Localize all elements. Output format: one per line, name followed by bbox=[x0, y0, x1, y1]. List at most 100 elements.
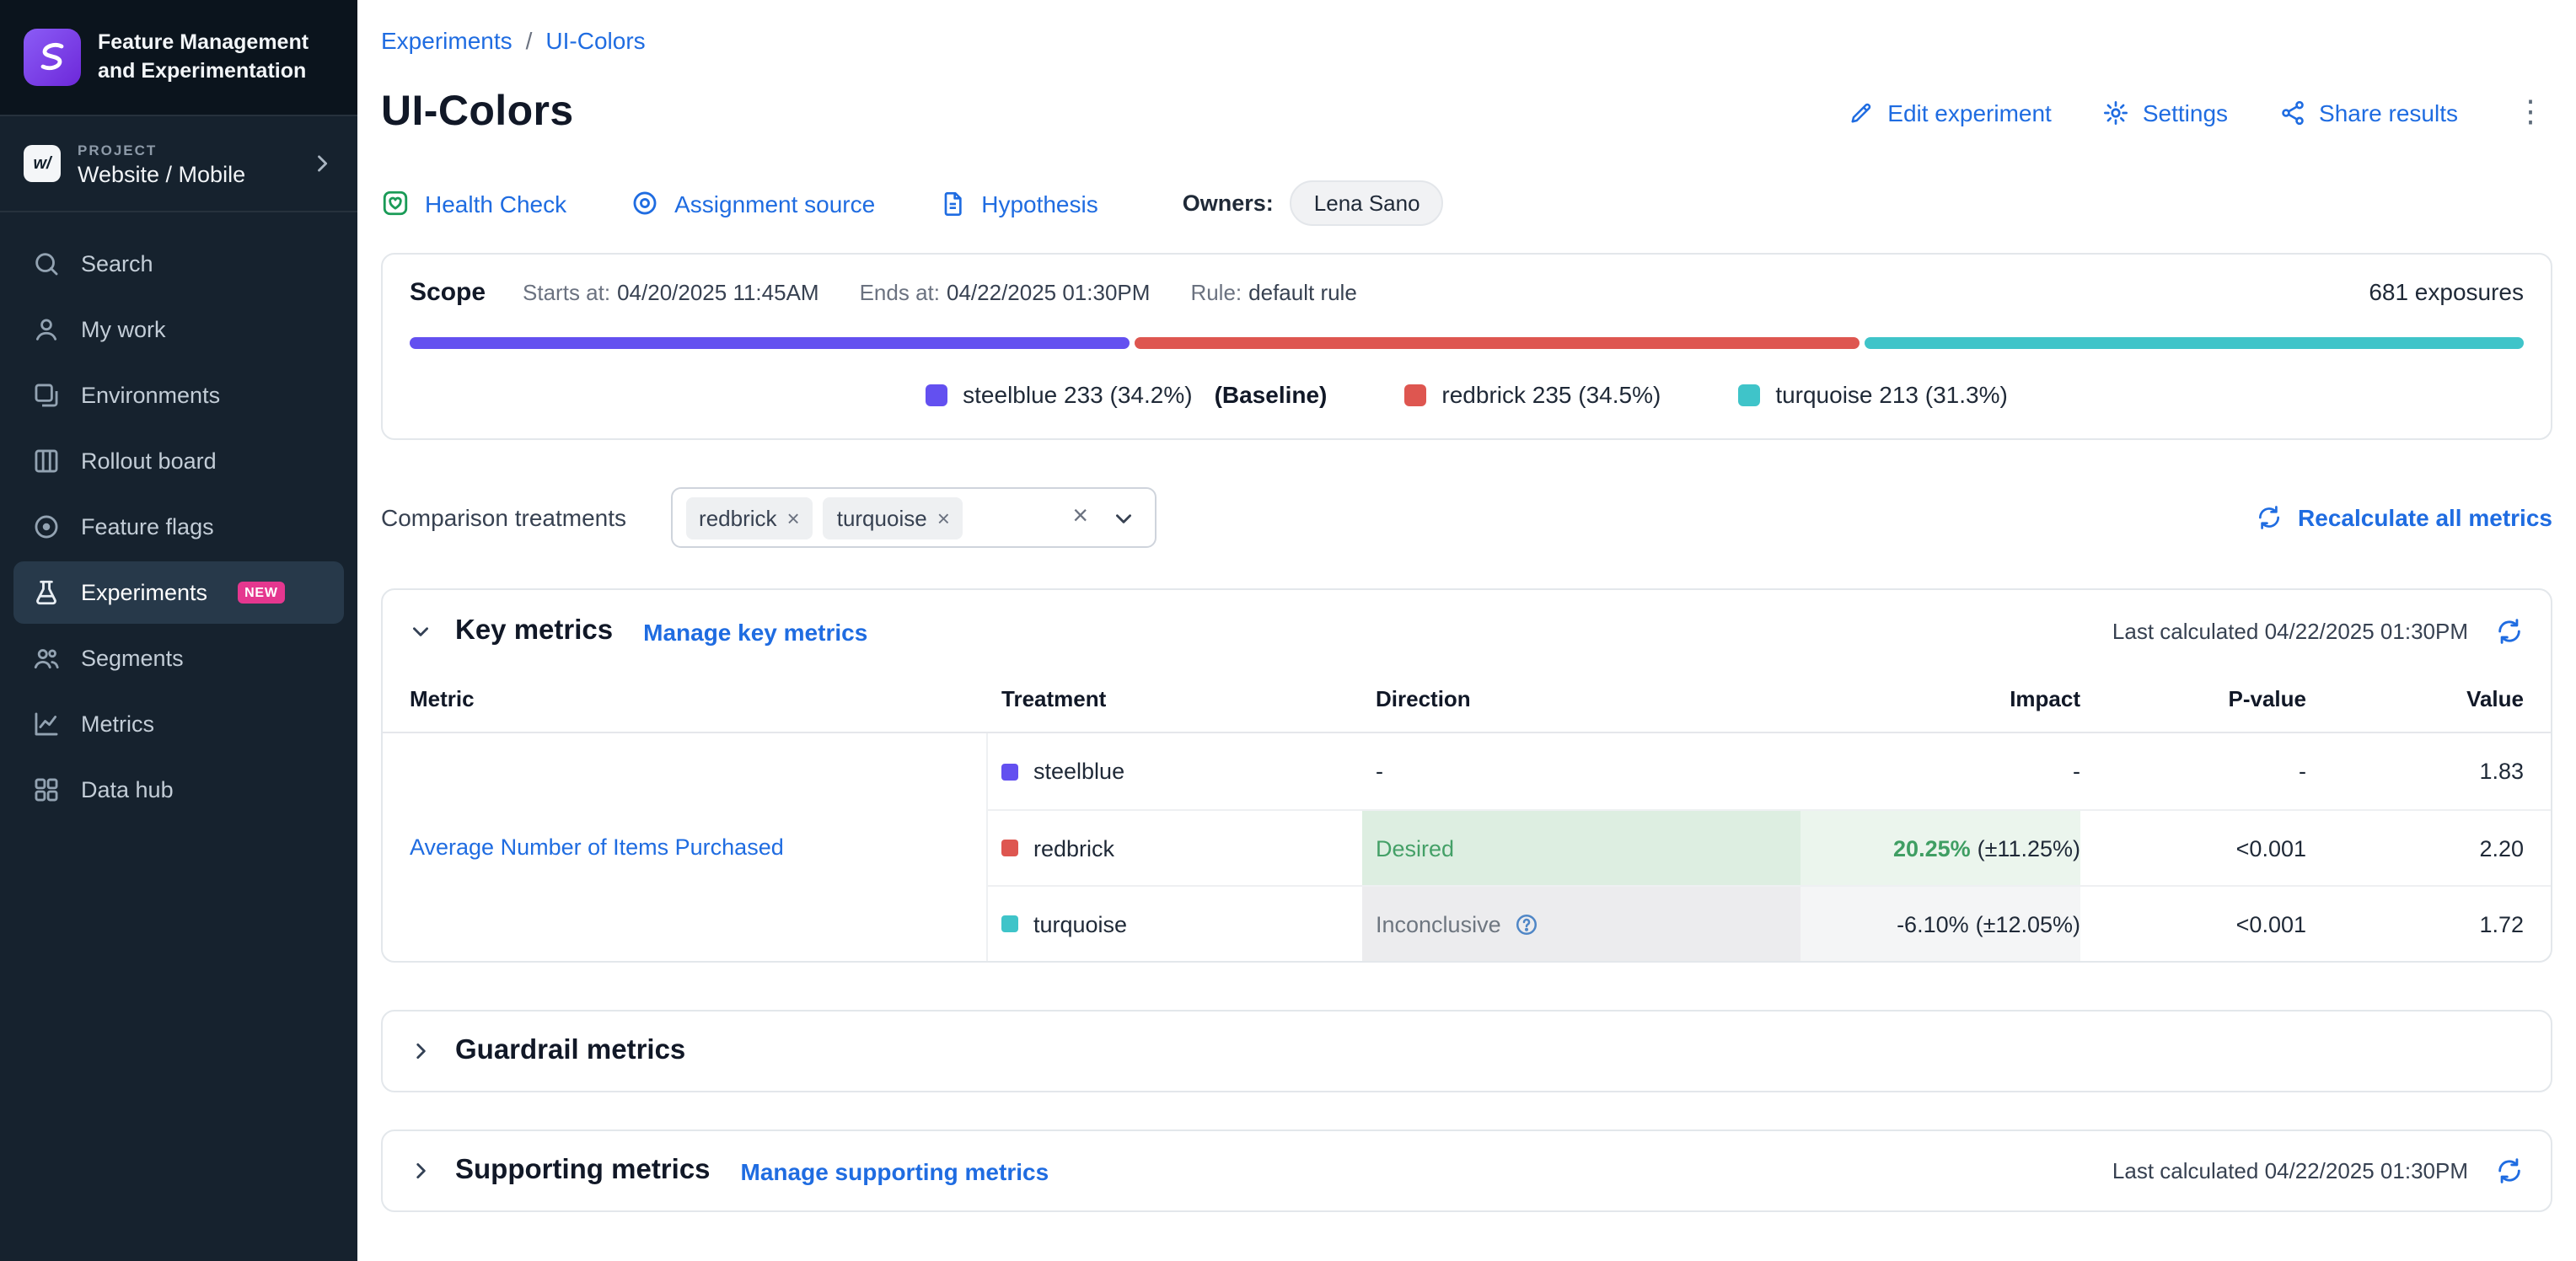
chip-redbrick[interactable]: redbrick × bbox=[685, 496, 813, 539]
collapse-chevron-down-icon[interactable] bbox=[410, 620, 432, 642]
refresh-icon[interactable] bbox=[2495, 1156, 2524, 1185]
value-cell: 2.20 bbox=[2320, 809, 2551, 885]
expand-chevron-right-icon[interactable] bbox=[410, 1160, 432, 1182]
heart-badge-icon bbox=[381, 189, 410, 217]
sidebar-item-my-work[interactable]: My work bbox=[13, 298, 344, 361]
sidebar-item-label: Data hub bbox=[81, 777, 174, 802]
bar-segment-redbrick bbox=[1135, 337, 1860, 349]
comparison-treatments-label: Comparison treatments bbox=[381, 504, 626, 531]
impact-cell: - bbox=[1801, 733, 2080, 809]
remove-chip-icon[interactable]: × bbox=[937, 505, 950, 530]
flag-icon bbox=[30, 512, 61, 542]
treatment-swatch bbox=[1001, 915, 1018, 932]
guardrail-metrics-header[interactable]: Guardrail metrics bbox=[383, 1011, 2551, 1091]
clear-selection-icon[interactable]: × bbox=[1072, 504, 1088, 531]
recalculate-all-metrics-button[interactable]: Recalculate all metrics bbox=[2256, 504, 2552, 531]
direction-cell: - bbox=[1362, 733, 1801, 809]
app-logo-icon bbox=[24, 29, 81, 86]
scope-header: Scope Starts at:04/20/2025 11:45AM Ends … bbox=[410, 278, 2524, 307]
last-calculated-text: Last calculated 04/22/2025 01:30PM bbox=[2112, 1158, 2468, 1183]
legend-swatch bbox=[1738, 384, 1760, 405]
assignment-source-label: Assignment source bbox=[674, 190, 875, 217]
kebab-menu-icon[interactable]: ⋮ bbox=[2509, 94, 2552, 130]
sidebar-item-feature-flags[interactable]: Feature flags bbox=[13, 496, 344, 558]
app-logo[interactable]: Feature Management and Experimentation bbox=[0, 0, 357, 115]
app-title: Feature Management and Experimentation bbox=[98, 29, 334, 86]
share-results-button[interactable]: Share results bbox=[2278, 99, 2458, 126]
treatment-swatch bbox=[1001, 763, 1018, 780]
refresh-icon[interactable] bbox=[2495, 617, 2524, 646]
share-icon bbox=[2278, 99, 2305, 126]
search-icon bbox=[30, 249, 61, 279]
edit-experiment-button[interactable]: Edit experiment bbox=[1849, 99, 2052, 126]
key-metrics-table: Metric Treatment Direction Impact P-valu… bbox=[383, 666, 2551, 961]
experiment-links-row: Health Check Assignment source Hypothesi… bbox=[381, 180, 2552, 226]
header-row: UI-Colors Edit experiment Settings bbox=[381, 88, 2552, 137]
direction-cell: Desired bbox=[1362, 809, 1801, 885]
sidebar-nav: Search My work Environments Rollout boar… bbox=[0, 212, 357, 841]
sidebar-item-segments[interactable]: Segments bbox=[13, 627, 344, 690]
scope-starts: Starts at:04/20/2025 11:45AM bbox=[523, 280, 819, 305]
legend-item-redbrick: redbrick 235 (34.5%) bbox=[1404, 381, 1661, 408]
chip-turquoise[interactable]: turquoise × bbox=[824, 496, 963, 539]
breadcrumb-link-experiments[interactable]: Experiments bbox=[381, 27, 513, 54]
remove-chip-icon[interactable]: × bbox=[787, 505, 800, 530]
chevron-down-icon[interactable] bbox=[1098, 507, 1140, 529]
legend-text: redbrick 235 (34.5%) bbox=[1441, 381, 1661, 408]
metrics-icon bbox=[30, 709, 61, 739]
sidebar-item-rollout-board[interactable]: Rollout board bbox=[13, 430, 344, 492]
treatment-cell-redbrick: redbrick bbox=[988, 809, 1362, 885]
guardrail-metrics-title: Guardrail metrics bbox=[455, 1035, 685, 1067]
sidebar-item-label: Environments bbox=[81, 383, 220, 408]
data-hub-icon bbox=[30, 775, 61, 805]
assignment-source-link[interactable]: Assignment source bbox=[631, 189, 875, 217]
sidebar-item-metrics[interactable]: Metrics bbox=[13, 693, 344, 755]
direction-cell: Inconclusive bbox=[1362, 885, 1801, 961]
bar-segment-steelblue bbox=[410, 337, 1130, 349]
sidebar-item-label: Segments bbox=[81, 646, 184, 671]
expand-chevron-right-icon[interactable] bbox=[410, 1040, 432, 1062]
sidebar-item-experiments[interactable]: Experiments NEW bbox=[13, 561, 344, 624]
comparison-treatments-select[interactable]: redbrick × turquoise × × bbox=[670, 487, 1156, 548]
comparison-row: Comparison treatments redbrick × turquoi… bbox=[381, 487, 2552, 548]
key-metrics-header: Key metrics Manage key metrics Last calc… bbox=[383, 590, 2551, 666]
p-value-cell: - bbox=[2080, 733, 2320, 809]
baseline-label: (Baseline) bbox=[1215, 381, 1328, 408]
impact-confidence-interval: (±11.25%) bbox=[1978, 835, 2080, 861]
treatment-cell-steelblue: steelblue bbox=[988, 733, 1362, 809]
app-window: Feature Management and Experimentation w… bbox=[0, 0, 2576, 1261]
column-header-direction: Direction bbox=[1362, 666, 1801, 733]
owner-pill[interactable]: Lena Sano bbox=[1291, 180, 1444, 226]
treatment-legend: steelblue 233 (34.2%) (Baseline) redbric… bbox=[410, 381, 2524, 408]
sidebar-item-environments[interactable]: Environments bbox=[13, 364, 344, 427]
metric-link[interactable]: Average Number of Items Purchased bbox=[410, 834, 784, 860]
p-value-cell: <0.001 bbox=[2080, 809, 2320, 885]
column-header-impact: Impact bbox=[1801, 666, 2080, 733]
health-check-link[interactable]: Health Check bbox=[381, 189, 566, 217]
column-header-metric: Metric bbox=[383, 666, 988, 733]
supporting-metrics-title: Supporting metrics bbox=[455, 1155, 711, 1187]
manage-key-metrics-link[interactable]: Manage key metrics bbox=[643, 618, 867, 645]
legend-text: steelblue 233 (34.2%) bbox=[963, 381, 1192, 408]
column-header-treatment: Treatment bbox=[988, 666, 1362, 733]
supporting-metrics-header-right: Last calculated 04/22/2025 01:30PM bbox=[2112, 1156, 2524, 1185]
manage-supporting-metrics-link[interactable]: Manage supporting metrics bbox=[741, 1157, 1049, 1184]
legend-item-turquoise: turquoise 213 (31.3%) bbox=[1738, 381, 2008, 408]
project-label: PROJECT bbox=[78, 141, 293, 158]
project-switcher[interactable]: w/ PROJECT Website / Mobile bbox=[0, 115, 357, 212]
legend-swatch bbox=[1404, 384, 1426, 405]
settings-button[interactable]: Settings bbox=[2102, 99, 2228, 126]
impact-cell: -6.10% (±12.05%) bbox=[1801, 885, 2080, 961]
metric-name-cell: Average Number of Items Purchased bbox=[383, 733, 988, 961]
treatment-name: redbrick bbox=[1033, 835, 1114, 861]
question-circle-icon[interactable] bbox=[1515, 911, 1540, 936]
sidebar-item-label: Experiments bbox=[81, 580, 207, 605]
direction-desired-label: Desired bbox=[1376, 835, 1454, 861]
breadcrumb-link-current[interactable]: UI-Colors bbox=[545, 27, 645, 54]
impact-percent: 20.25% bbox=[1893, 835, 1971, 861]
bar-segment-turquoise bbox=[1865, 337, 2524, 349]
sidebar-item-data-hub[interactable]: Data hub bbox=[13, 759, 344, 821]
exposures-count: 681 exposures bbox=[2369, 278, 2524, 305]
hypothesis-link[interactable]: Hypothesis bbox=[939, 190, 1098, 217]
sidebar-item-search[interactable]: Search bbox=[13, 233, 344, 295]
